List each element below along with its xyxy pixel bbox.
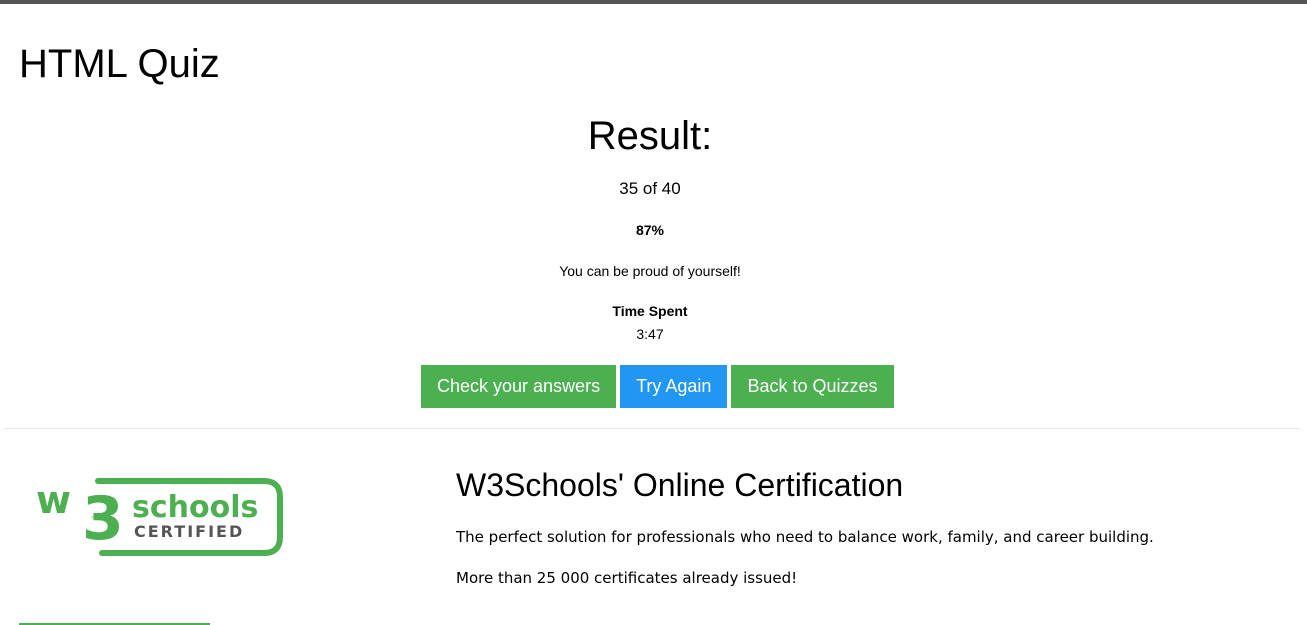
score-text: 35 of 40 [619,179,681,198]
back-to-quizzes-button[interactable]: Back to Quizzes [731,365,894,408]
result-message: You can be proud of yourself! [559,263,741,279]
page-title: HTML Quiz [19,42,220,86]
score-percent: 87% [635,222,665,238]
certification-description: The perfect solution for professionals w… [456,528,1154,546]
result-actions: Check your answers Try Again Back to Qui… [421,365,894,408]
result-heading: Result: [587,114,713,158]
logo-3: 3 [82,484,124,554]
logo-certified: CERTIFIED [134,522,244,541]
logo-tm: ™ [90,516,96,523]
section-divider [4,428,1300,429]
logo-w: w [36,478,71,522]
top-bar [0,0,1307,4]
time-spent-value: 3:47 [636,326,664,342]
logo-schools: schools [132,490,258,525]
time-spent-label: Time Spent [612,303,688,319]
check-answers-button[interactable]: Check your answers [421,365,617,408]
certificates-issued-text: More than 25 000 certificates already is… [456,569,798,587]
try-again-button[interactable]: Try Again [620,365,728,408]
w3schools-certified-logo: w 3 ™ schools CERTIFIED [36,478,283,556]
certification-heading: W3Schools' Online Certification [456,467,904,503]
result-panel: Result: 35 of 40 87% You can be proud of… [0,110,1300,344]
